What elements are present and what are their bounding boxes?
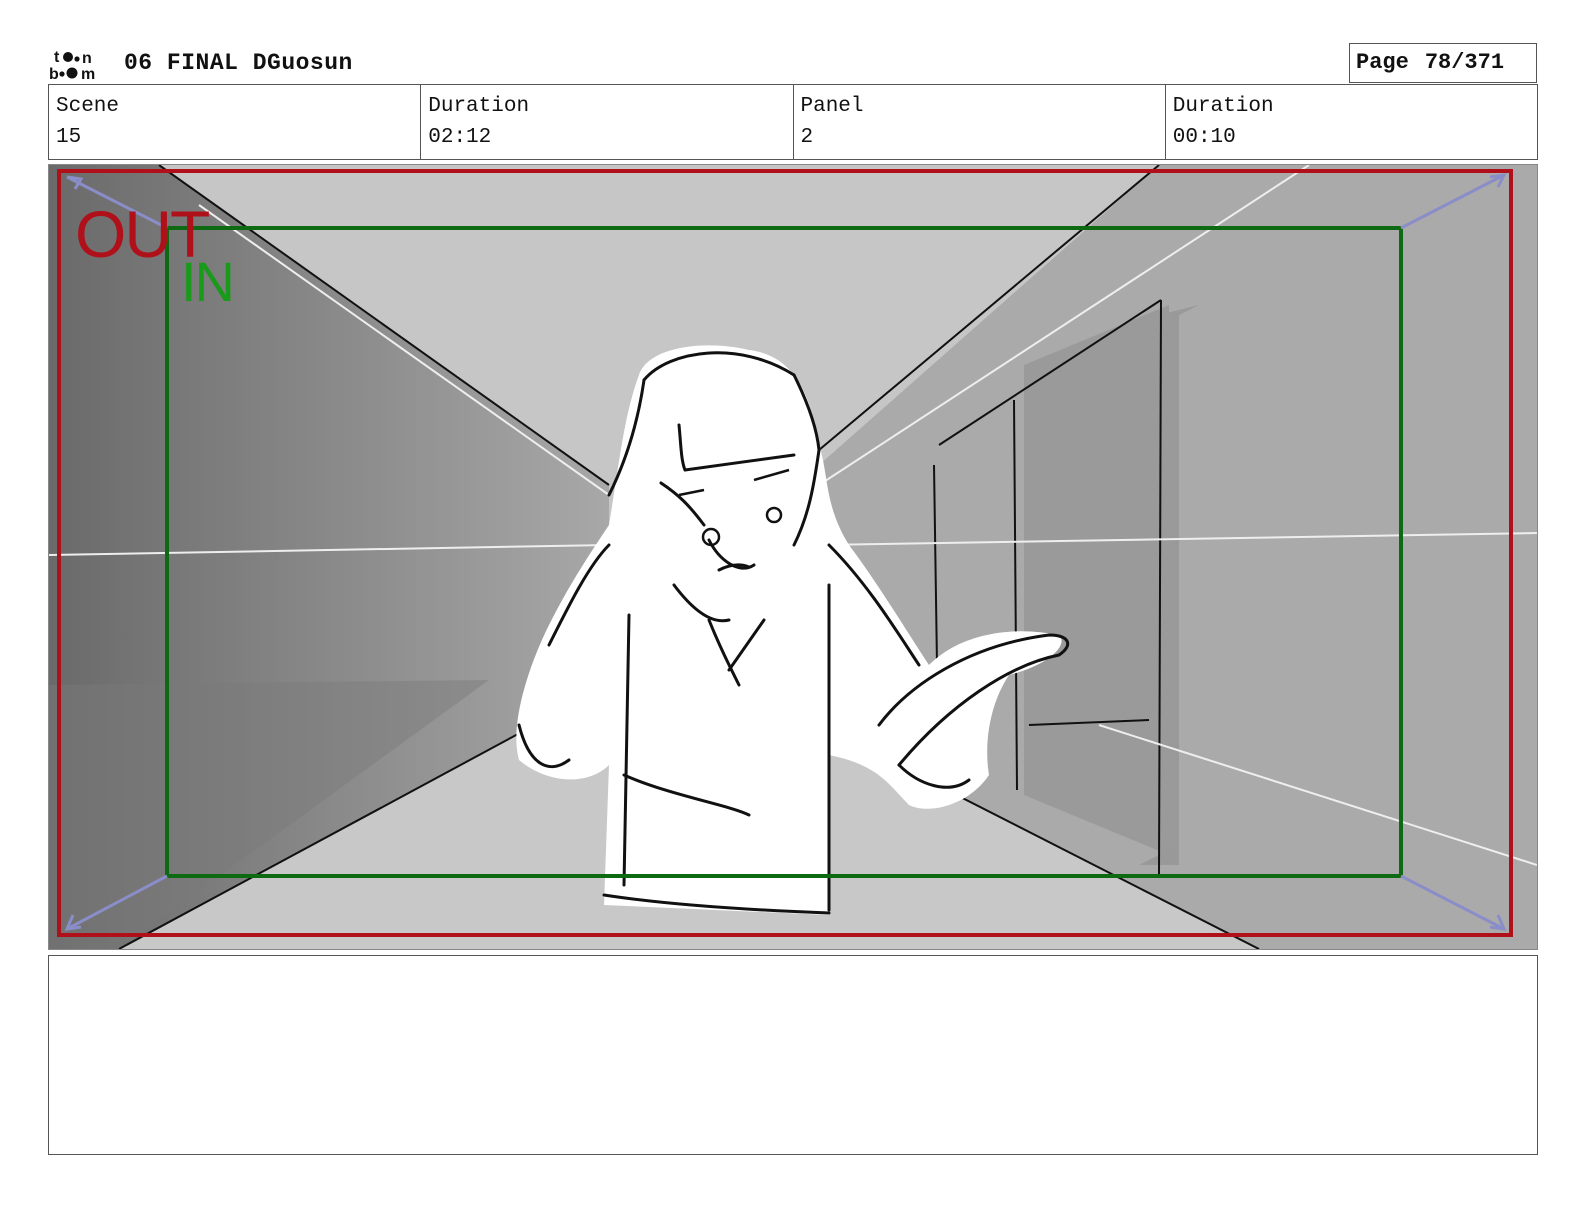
svg-text:b: b [49,66,59,82]
document-title: 06 FINAL DGuosun [124,50,353,76]
scene-cell: Scene 15 [49,85,422,159]
panel-drawing: OUT IN [49,165,1537,949]
toon-boom-logo: t n b m [48,48,106,83]
panel-duration-cell: Duration 00:10 [1166,85,1537,159]
panel-duration-label: Duration [1172,95,1274,118]
scene-duration-label: Duration [428,95,530,118]
scene-duration-cell: Duration 02:12 [421,85,794,159]
in-label: IN [181,250,233,313]
scene-value: 15 [56,126,82,149]
svg-text:n: n [82,50,92,67]
storyboard-panel: OUT IN [48,164,1538,950]
page-indicator: Page 78/371 [1349,43,1537,83]
panel-notes-box[interactable] [48,955,1538,1155]
page-number: 78/371 [1424,50,1505,75]
scene-label: Scene [56,95,120,118]
panel-cell: Panel 2 [794,85,1166,159]
panel-value: 2 [800,126,814,149]
panel-info-table: Scene 15 Duration 02:12 Panel 2 Duration… [48,84,1538,160]
panel-label: Panel [800,95,864,118]
scene-duration-value: 02:12 [428,126,492,149]
panel-duration-value: 00:10 [1172,126,1236,149]
svg-text:m: m [81,66,95,82]
page-label: Page [1356,50,1409,75]
svg-text:t: t [54,49,60,66]
